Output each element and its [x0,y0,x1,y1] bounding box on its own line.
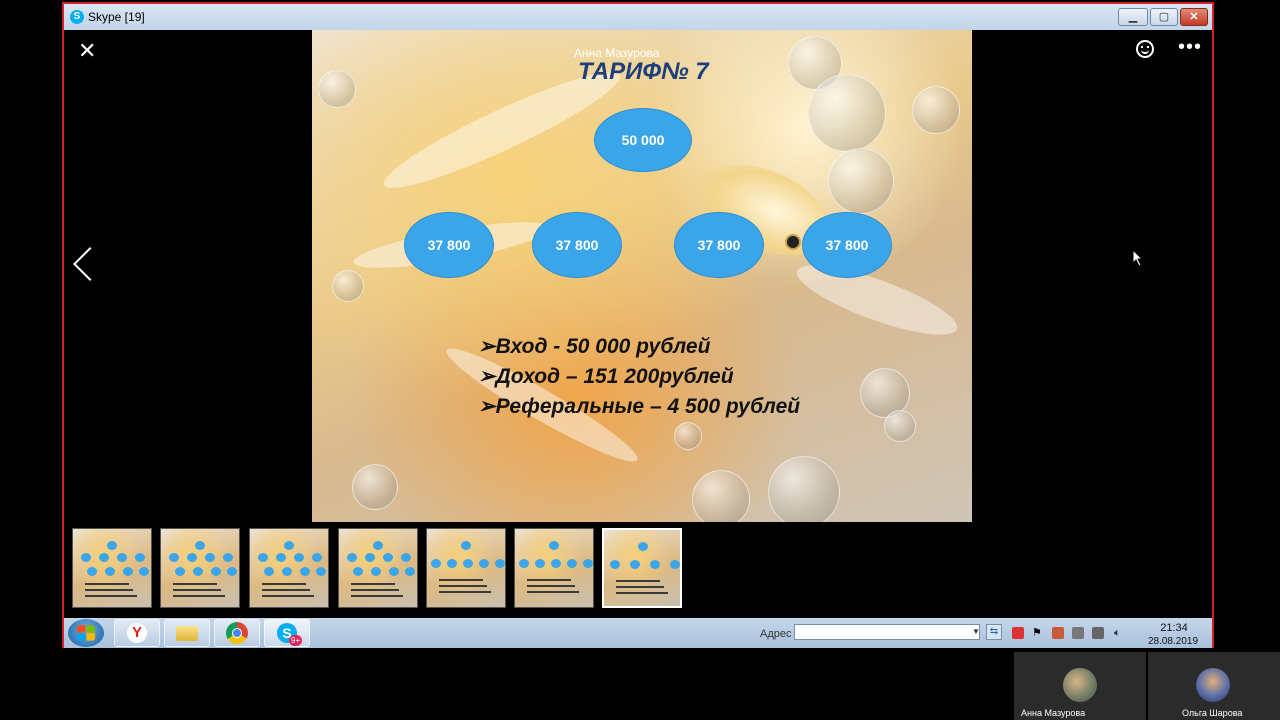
avatar [1063,668,1097,702]
maximize-button[interactable]: ▢ [1150,8,1178,26]
tariff-node: 37 800 [802,212,892,278]
address-go-button[interactable]: ⇆ [986,624,1002,640]
clock-date[interactable]: 28.08.2019 [1140,636,1206,647]
prev-arrow-icon[interactable] [73,247,107,281]
tariff-node: 37 800 [674,212,764,278]
title-bar: S Skype [19] ▁ ▢ ✕ [64,4,1212,30]
taskbar-skype[interactable]: S 9+ [264,619,310,647]
bubble-decoration [352,464,398,510]
skype-icon: S [70,10,84,24]
address-input[interactable] [794,624,980,640]
windows-logo-icon [77,625,95,641]
slide-thumbnail[interactable] [249,528,329,608]
taskbar-chrome[interactable] [214,619,260,647]
bubble-decoration [332,270,364,302]
participant-tile[interactable]: Анна Мазурова [1014,652,1146,720]
clock-time[interactable]: 21:34 [1144,622,1204,634]
start-button[interactable] [68,619,104,647]
participant-name: Анна Мазурова [1021,708,1086,718]
mouse-cursor-icon [1132,249,1144,267]
fish-eye [785,234,801,250]
slide-thumbnail[interactable] [72,528,152,608]
tariff-node: 37 800 [404,212,494,278]
slide-thumbnail[interactable] [426,528,506,608]
bubble-decoration [318,70,356,108]
bubble-decoration [674,422,702,450]
minimize-button[interactable]: ▁ [1118,8,1148,26]
tray-app-icon[interactable] [1012,627,1024,639]
folder-icon [176,626,198,641]
participant-tile[interactable]: Ольга Шарова [1148,652,1280,720]
flag-icon[interactable]: ⚑ [1032,627,1044,639]
chevron-down-icon[interactable]: ▼ [970,624,982,640]
network-icon[interactable] [1092,627,1104,639]
participant-name: Ольга Шарова [1182,708,1243,718]
slide-thumbnail-selected[interactable] [602,528,682,608]
slide-bullet: ➢Реферальные – 4 500 рублей [478,395,801,418]
avatar [1196,668,1230,702]
media-viewer: ✕ ••• Анна Мазурова ТАРИФ№ 7 50 000 37 8… [64,30,1212,618]
bubble-decoration [828,148,894,214]
address-label: Адрес [760,628,792,640]
bubble-decoration [768,456,840,522]
slide-bullet: ➢Вход - 50 000 рублей [478,335,711,358]
tray-app-icon[interactable] [1072,627,1084,639]
emoji-reaction-icon[interactable] [1136,40,1154,58]
slide-bullet: ➢Доход – 151 200рублей [478,365,734,388]
bubble-decoration [692,470,750,522]
taskbar-explorer[interactable] [164,619,210,647]
yandex-icon: Y [127,623,147,643]
slide-thumbnail[interactable] [338,528,418,608]
more-options-button[interactable]: ••• [1178,36,1202,59]
windows-taskbar: Y S 9+ Адрес ▼ ⇆ ⚑ 🔈︎ 21:34 28.08.2019 [64,618,1212,648]
close-window-button[interactable]: ✕ [1180,8,1208,26]
window-title: Skype [19] [88,10,145,24]
tariff-node-top: 50 000 [594,108,692,172]
chrome-icon [226,622,248,644]
notification-badge: 9+ [289,635,303,646]
tray-app-icon[interactable] [1052,627,1064,639]
bubble-decoration [884,410,916,442]
slide-title: ТАРИФ№ 7 [578,58,709,85]
bubble-decoration [808,74,886,152]
bubble-decoration [912,86,960,134]
volume-icon[interactable]: 🔈︎ [1114,627,1126,639]
taskbar-yandex-browser[interactable]: Y [114,619,160,647]
presentation-slide: Анна Мазурова ТАРИФ№ 7 50 000 37 800 37 … [312,30,972,522]
slide-thumbnail[interactable] [514,528,594,608]
close-viewer-button[interactable]: ✕ [78,38,96,64]
skype-window: S Skype [19] ▁ ▢ ✕ ✕ ••• Анна Мазурова Т… [62,2,1214,648]
slide-thumbnail[interactable] [160,528,240,608]
tariff-node: 37 800 [532,212,622,278]
